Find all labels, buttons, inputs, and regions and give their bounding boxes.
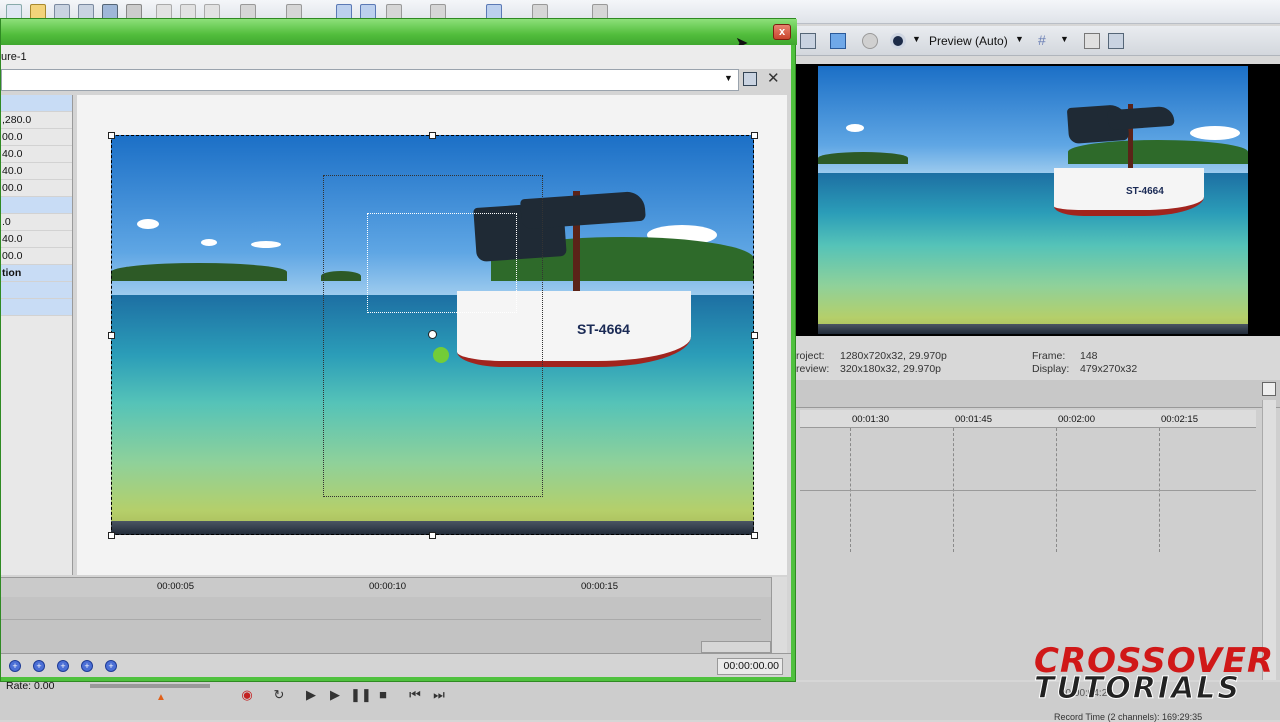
resize-handle[interactable] <box>429 532 436 539</box>
chevron-down-icon[interactable]: ▼ <box>724 73 733 83</box>
ruler-tick: 00:02:00 <box>1058 414 1095 425</box>
display-value: 479x270x32 <box>1080 363 1138 375</box>
property-row[interactable] <box>1 95 72 112</box>
play-icon[interactable]: ▶ <box>326 686 344 704</box>
delete-preset-icon[interactable]: ✕ <box>767 69 780 87</box>
stop-icon[interactable]: ■ <box>374 686 392 704</box>
play-from-start-icon[interactable]: ▶ <box>302 686 320 704</box>
ruler-tick: 00:00:05 <box>157 581 194 592</box>
chevron-down-icon[interactable]: ▼ <box>1060 34 1069 44</box>
dialog-body: ure-1 ▼ ✕ ,280.0 00.0 40.0 40.0 00.0 .0 … <box>1 45 791 677</box>
resize-handle[interactable] <box>108 132 115 139</box>
external-monitor-icon[interactable] <box>800 33 816 49</box>
project-label: roject: <box>796 350 825 362</box>
ruler-tick: 00:00:10 <box>369 581 406 592</box>
rate-thumb-icon[interactable]: ▲ <box>156 692 166 703</box>
video-preview-window: ▼ Preview (Auto) ▼ # ▼ ST-4664 roject: 1… <box>796 26 1280 380</box>
preview-info-panel: roject: 1280x720x32, 29.970p review: 320… <box>796 348 1280 378</box>
boat-registration-label: ST-4664 <box>1126 186 1164 197</box>
timeline-ruler: 00:01:30 00:01:45 00:02:00 00:02:15 <box>800 410 1256 428</box>
property-row[interactable] <box>1 282 72 299</box>
zoom-controls[interactable] <box>701 641 771 653</box>
property-row[interactable] <box>1 299 72 316</box>
preview-mode-select[interactable]: Preview (Auto) <box>929 34 1008 48</box>
save-preset-icon[interactable] <box>743 72 757 86</box>
ruler-tick: 00:00:15 <box>581 581 618 592</box>
property-row[interactable]: .0 <box>1 214 72 231</box>
dialog-titlebar[interactable] <box>1 19 797 45</box>
keyframe-ruler: 00:00:05 00:00:10 00:00:15 <box>1 577 771 597</box>
property-row[interactable]: tion <box>1 265 72 282</box>
ruler-tick: 00:02:15 <box>1161 414 1198 425</box>
property-row[interactable]: 00.0 <box>1 248 72 265</box>
pan-crop-dialog: x ➤ ure-1 ▼ ✕ ,280.0 00.0 40.0 40.0 00.0… <box>0 18 797 682</box>
crop-workspace[interactable]: ST-4664 <box>77 95 787 575</box>
crossover-tutorials-logo: CROSSOVER TUTORIALS <box>1034 644 1280 708</box>
close-icon[interactable]: x <box>773 24 791 40</box>
keyframe-track[interactable] <box>1 597 771 653</box>
resize-handle[interactable] <box>751 332 758 339</box>
split-screen-icon[interactable] <box>862 33 878 49</box>
keyframe-controls: + + + + + 00:00:00.00 <box>1 653 791 677</box>
chevron-down-icon[interactable]: ▼ <box>1015 34 1024 44</box>
add-keyframe-icon[interactable]: + <box>57 660 69 672</box>
go-to-start-icon[interactable]: ⏮ <box>406 686 424 704</box>
preview-value: 320x180x32, 29.970p <box>840 363 942 375</box>
dialog-title: ure-1 <box>1 51 27 63</box>
frame-value: 148 <box>1080 350 1098 362</box>
resize-handle[interactable] <box>429 132 436 139</box>
record-time-label: Record Time (2 channels): 169:29:35 <box>1054 712 1203 722</box>
preview-label: review: <box>796 363 830 375</box>
timeline-scrollbar[interactable] <box>1262 400 1276 680</box>
chevron-down-icon[interactable]: ▼ <box>912 34 921 44</box>
resize-handle[interactable] <box>108 532 115 539</box>
property-row[interactable]: 40.0 <box>1 163 72 180</box>
rate-slider[interactable] <box>90 684 210 688</box>
property-row[interactable]: 00.0 <box>1 129 72 146</box>
grid-icon[interactable]: # <box>1038 32 1046 48</box>
main-timeline: 00:01:30 00:01:45 00:02:00 00:02:15 <box>796 380 1280 680</box>
ruler-tick: 00:01:45 <box>955 414 992 425</box>
resize-handle[interactable] <box>108 332 115 339</box>
preview-quality-icon[interactable] <box>890 33 906 49</box>
go-to-end-icon[interactable]: ⏭ <box>430 686 448 704</box>
marker-icon[interactable] <box>1262 382 1276 396</box>
dialog-subtitle-bar: ure-1 <box>1 45 791 69</box>
resize-handle[interactable] <box>751 132 758 139</box>
keyframe-scrollbar[interactable] <box>771 577 787 653</box>
video-monitor-icon[interactable] <box>830 33 846 49</box>
crop-outline <box>367 213 517 313</box>
rotation-center-handle[interactable] <box>428 330 437 339</box>
preview-image: ST-4664 <box>818 66 1248 334</box>
last-keyframe-icon[interactable]: + <box>105 660 117 672</box>
preset-select[interactable]: ▼ <box>1 69 739 91</box>
property-row[interactable]: 00.0 <box>1 180 72 197</box>
property-row[interactable] <box>1 197 72 214</box>
copy-snapshot-icon[interactable] <box>1084 33 1100 49</box>
first-keyframe-icon[interactable]: + <box>9 660 21 672</box>
loop-icon[interactable]: ↻ <box>270 686 288 704</box>
properties-panel: ,280.0 00.0 40.0 40.0 00.0 .0 40.0 00.0 … <box>1 95 73 575</box>
preview-toolbar: ▼ Preview (Auto) ▼ # ▼ <box>796 26 1280 56</box>
display-label: Display: <box>1032 363 1070 375</box>
resize-handle[interactable] <box>751 532 758 539</box>
property-row[interactable]: 40.0 <box>1 231 72 248</box>
pause-icon[interactable]: ❚❚ <box>350 686 372 704</box>
property-row[interactable]: 40.0 <box>1 146 72 163</box>
save-snapshot-icon[interactable] <box>1108 33 1124 49</box>
record-icon[interactable]: ◉ <box>238 686 256 704</box>
ruler-tick: 00:01:30 <box>852 414 889 425</box>
next-keyframe-icon[interactable]: + <box>81 660 93 672</box>
cursor-highlight-icon <box>433 347 449 363</box>
project-value: 1280x720x32, 29.970p <box>840 350 947 362</box>
frame-label: Frame: <box>1032 350 1066 362</box>
property-row[interactable]: ,280.0 <box>1 112 72 129</box>
preview-frame: ST-4664 <box>796 64 1280 336</box>
timecode-display[interactable]: 00:00:00.00 <box>717 658 783 675</box>
prev-keyframe-icon[interactable]: + <box>33 660 45 672</box>
